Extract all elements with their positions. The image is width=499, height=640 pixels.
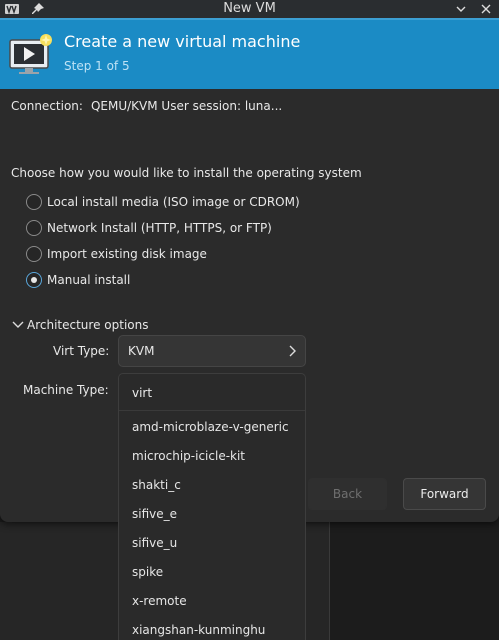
wizard-step: Step 1 of 5: [64, 59, 130, 73]
virt-type-combo[interactable]: KVM: [118, 335, 306, 367]
close-icon[interactable]: [478, 1, 494, 17]
radio-label: Import existing disk image: [47, 247, 207, 261]
architecture-expander-label: Architecture options: [27, 318, 149, 332]
dropdown-option[interactable]: x-remote: [132, 594, 187, 608]
radio-button[interactable]: [26, 194, 42, 210]
wizard-header: Create a new virtual machine Step 1 of 5: [0, 18, 499, 89]
connection-value: QEMU/KVM User session: luna...: [90, 99, 283, 113]
architecture-expander[interactable]: Architecture options: [12, 318, 148, 332]
chevron-right-icon: [289, 345, 296, 357]
radio-import-disk[interactable]: Import existing disk image: [26, 245, 207, 263]
dropdown-option[interactable]: xiangshan-kunminghu: [132, 623, 265, 637]
machine-type-selected[interactable]: virt: [119, 374, 305, 411]
connection-label: Connection:: [11, 99, 83, 113]
radio-label: Network Install (HTTP, HTTPS, or FTP): [47, 221, 272, 235]
virt-type-value: KVM: [128, 344, 155, 358]
radio-button-checked[interactable]: [26, 272, 42, 288]
expander-chevron-icon: [12, 321, 24, 328]
radio-network-install[interactable]: Network Install (HTTP, HTTPS, or FTP): [26, 219, 272, 237]
dropdown-option[interactable]: microchip-icicle-kit: [132, 449, 245, 463]
background-divider: [329, 522, 330, 640]
back-button[interactable]: Back: [308, 478, 387, 510]
install-method-prompt: Choose how you would like to install the…: [11, 166, 362, 180]
machine-type-dropdown[interactable]: virt amd-microblaze-v-generic microchip-…: [118, 373, 306, 640]
dropdown-option[interactable]: sifive_e: [132, 507, 177, 521]
connection-row: Connection: QEMU/KVM User session: luna..…: [11, 99, 282, 113]
dropdown-option[interactable]: amd-microblaze-v-generic: [132, 420, 289, 434]
new-vm-icon: [9, 34, 52, 74]
window-titlebar: New VM: [0, 0, 499, 18]
radio-label: Manual install: [47, 273, 131, 287]
radio-local-install[interactable]: Local install media (ISO image or CDROM): [26, 193, 300, 211]
radio-label: Local install media (ISO image or CDROM): [47, 195, 300, 209]
window-title: New VM: [223, 1, 276, 16]
dropdown-option[interactable]: sifive_u: [132, 536, 177, 550]
radio-manual-install[interactable]: Manual install: [26, 271, 130, 289]
wizard-title: Create a new virtual machine: [64, 32, 301, 51]
machine-type-label: Machine Type:: [23, 383, 109, 397]
dropdown-option[interactable]: spike: [132, 565, 163, 579]
radio-button[interactable]: [26, 246, 42, 262]
screen: New VM Create a new virtual machine Step…: [0, 0, 499, 640]
radio-button[interactable]: [26, 220, 42, 236]
virt-type-label: Virt Type:: [53, 344, 110, 358]
forward-button[interactable]: Forward: [403, 478, 486, 510]
dropdown-option[interactable]: shakti_c: [132, 478, 181, 492]
minimize-icon[interactable]: [453, 1, 469, 17]
